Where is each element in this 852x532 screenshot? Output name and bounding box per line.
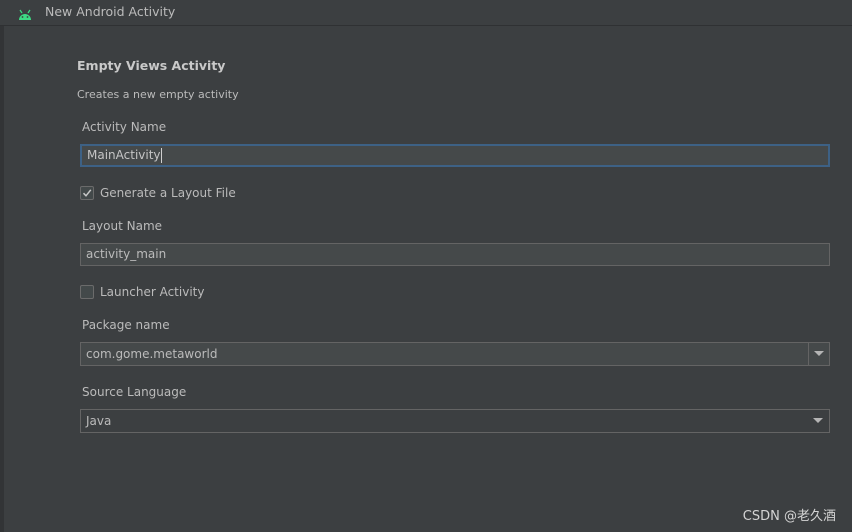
source-language-value: Java (86, 414, 112, 428)
text-caret (160, 148, 162, 163)
left-border (0, 26, 4, 532)
layout-name-value: activity_main (86, 247, 167, 261)
launcher-activity-row[interactable]: Launcher Activity (80, 284, 204, 300)
layout-name-label: Layout Name (82, 219, 163, 233)
chevron-down-icon (814, 351, 824, 356)
source-language-arrow (808, 410, 829, 432)
template-description: Creates a new empty activity (77, 88, 239, 101)
checkmark-icon (82, 189, 92, 197)
chevron-down-icon (813, 418, 823, 423)
new-activity-dialog: New Android Activity Empty Views Activit… (0, 0, 852, 532)
activity-name-label: Activity Name (82, 120, 167, 134)
activity-name-value: MainActivity (87, 148, 161, 162)
source-language-select[interactable]: Java (80, 409, 830, 433)
template-heading: Empty Views Activity (77, 58, 226, 73)
launcher-activity-checkbox[interactable] (80, 285, 94, 299)
android-icon (17, 6, 33, 20)
package-name-combobox[interactable]: com.gome.metaworld (80, 342, 830, 366)
generate-layout-label: Generate a Layout File (100, 186, 236, 200)
title-bar: New Android Activity (0, 0, 852, 26)
package-dropdown-button[interactable] (808, 343, 829, 365)
launcher-activity-label: Launcher Activity (100, 285, 205, 299)
window-title: New Android Activity (45, 4, 176, 19)
layout-name-input[interactable]: activity_main (80, 243, 830, 266)
generate-layout-checkbox[interactable] (80, 186, 94, 200)
activity-name-input[interactable]: MainActivity (80, 144, 830, 167)
source-language-label: Source Language (82, 385, 187, 399)
package-name-label: Package name (82, 318, 170, 332)
generate-layout-row[interactable]: Generate a Layout File (80, 185, 236, 201)
package-name-value: com.gome.metaworld (86, 347, 218, 361)
watermark: CSDN @老久酒 (742, 509, 836, 524)
